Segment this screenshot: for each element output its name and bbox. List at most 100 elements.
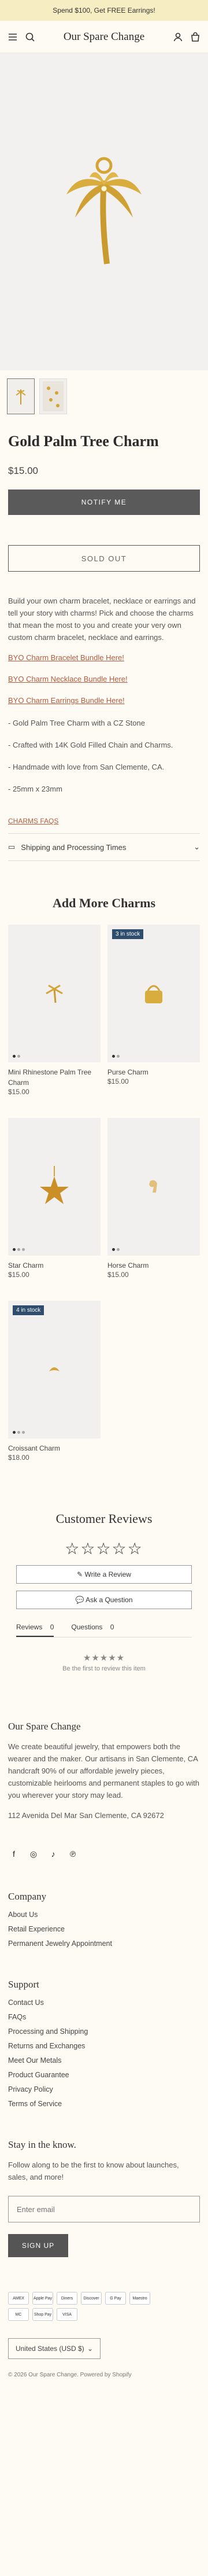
product-card[interactable]: 3 in stock Purse Charm $15.00 (107, 925, 200, 1111)
mini-palm-icon (46, 984, 63, 1003)
brand-logo[interactable]: Our Spare Change (64, 31, 144, 43)
byo-necklace-link[interactable]: BYO Charm Necklace Bundle Here! (8, 673, 200, 685)
discover-icon: Discover (81, 2292, 102, 2305)
footer-link[interactable]: Returns and Exchanges (8, 2042, 200, 2050)
product-card-name[interactable]: Star Charm (8, 1260, 101, 1271)
account-icon[interactable] (172, 31, 184, 43)
signup-button[interactable]: SIGN UP (8, 2234, 68, 2257)
tiktok-icon[interactable]: ♪ (47, 1848, 59, 1860)
description-text: Build your own charm bracelet, necklace … (8, 597, 196, 642)
product-card-price: $15.00 (107, 1271, 129, 1279)
chat-icon: 💬 (75, 1596, 86, 1604)
currency-selector[interactable]: United States (USD $) ⌄ (8, 2338, 101, 2359)
payment-icons: AMEX Apple Pay Diners Discover G Pay Mae… (8, 2292, 158, 2321)
footer-link[interactable]: Privacy Policy (8, 2085, 200, 2093)
google-pay-icon: G Pay (105, 2292, 126, 2305)
thumbnail-1[interactable] (7, 378, 35, 414)
star-icon (40, 1166, 69, 1204)
tab-questions[interactable]: Questions 0 (71, 1623, 114, 1637)
bullet-item: - 25mm x 23mm (8, 785, 62, 793)
empty-reviews-text: Be the first to review this item (62, 1665, 146, 1672)
product-card-name[interactable]: Horse Charm (107, 1260, 200, 1271)
product-card-image[interactable] (107, 1118, 200, 1256)
shipping-label: Shipping and Processing Times (21, 842, 127, 852)
product-description: Build your own charm bracelet, necklace … (8, 595, 200, 795)
box-icon: ▭ (8, 842, 16, 851)
tab-reviews[interactable]: Reviews 0 (16, 1623, 54, 1637)
stock-badge: 3 in stock (112, 929, 144, 939)
product-main-image[interactable] (0, 53, 208, 370)
carousel-dots (112, 1248, 120, 1251)
product-title: Gold Palm Tree Charm (8, 433, 159, 450)
product-card-image[interactable] (8, 925, 101, 1062)
sold-out-button[interactable]: SOLD OUT (8, 545, 200, 572)
email-field[interactable] (8, 2196, 200, 2222)
bullet-item: - Handmade with love from San Clemente, … (8, 763, 165, 771)
search-icon[interactable] (24, 31, 36, 43)
product-card-image[interactable] (8, 1118, 101, 1256)
croissant-icon (49, 1367, 60, 1371)
rating-stars-icon: ☆☆☆☆☆ (65, 1540, 143, 1558)
byo-bracelet-link[interactable]: BYO Charm Bracelet Bundle Here! (8, 652, 200, 664)
product-card[interactable]: Mini Rhinestone Palm Tree Charm $15.00 (8, 925, 101, 1111)
notify-me-button[interactable]: NOTIFY ME (8, 490, 200, 515)
chevron-down-icon: ⌄ (87, 2345, 93, 2353)
product-card[interactable]: 4 in stock Croissant Charm $18.00 (8, 1301, 101, 1477)
shipping-collapsible[interactable]: ▭ Shipping and Processing Times ⌄ (8, 833, 200, 861)
mastercard-icon: MC (8, 2308, 29, 2321)
support-title: Support (8, 1979, 39, 1990)
thumbnail-strip (0, 370, 208, 422)
charms-faq-link[interactable]: CHARMS FAQS (8, 817, 200, 825)
site-footer: Our Spare Change We create beautiful jew… (0, 1721, 208, 2391)
currency-value: United States (USD $) (16, 2345, 84, 2353)
product-card[interactable]: Star Charm $15.00 (8, 1118, 101, 1294)
product-card-price: $15.00 (8, 1271, 29, 1279)
product-card-name[interactable]: Purse Charm (107, 1067, 200, 1077)
product-card-name[interactable]: Croissant Charm (8, 1443, 101, 1453)
reviews-title: Customer Reviews (55, 1511, 153, 1526)
footer-link[interactable]: Meet Our Metals (8, 2056, 200, 2065)
empty-stars-icon: ★★★★★ (83, 1653, 125, 1663)
horse-icon (149, 1180, 157, 1193)
footer-link[interactable]: Contact Us (8, 1999, 200, 2007)
apple-pay-icon: Apple Pay (32, 2292, 53, 2305)
instagram-icon[interactable]: ◎ (28, 1848, 39, 1860)
cart-icon[interactable] (190, 31, 201, 43)
carousel-dots (13, 1431, 25, 1434)
write-review-button[interactable]: ✎ Write a Review (16, 1565, 192, 1584)
byo-earrings-link[interactable]: BYO Charm Earrings Bundle Here! (8, 694, 200, 706)
footer-link[interactable]: Retail Experience (8, 1925, 200, 1933)
reviews-tabs: Reviews 0 Questions 0 (16, 1623, 192, 1637)
site-header: Our Spare Change (0, 21, 208, 53)
menu-icon[interactable] (7, 31, 18, 43)
shop-pay-icon: Shop Pay (32, 2308, 53, 2321)
footer-link[interactable]: Terms of Service (8, 2100, 200, 2108)
product-card-image[interactable]: 4 in stock (8, 1301, 101, 1438)
footer-about-title: Our Spare Change (8, 1721, 81, 1732)
thumbnail-2[interactable] (39, 378, 67, 414)
company-links: Company About Us Retail Experience Perma… (8, 1891, 200, 1948)
product-card-price: $15.00 (8, 1088, 29, 1096)
support-links: Support Contact Us FAQs Processing and S… (8, 1979, 200, 2108)
footer-link[interactable]: Permanent Jewelry Appointment (8, 1940, 200, 1948)
footer-link[interactable]: FAQs (8, 2013, 200, 2021)
footer-link[interactable]: Product Guarantee (8, 2071, 200, 2079)
announcement-text: Spend $100, Get FREE Earrings! (53, 6, 155, 14)
more-charms-grid: Mini Rhinestone Palm Tree Charm $15.00 3… (0, 925, 208, 1477)
footer-link[interactable]: About Us (8, 1911, 200, 1919)
palm-thumb-icon (16, 389, 26, 404)
product-card-price: $15.00 (107, 1077, 129, 1085)
copyright: © 2026 Our Spare Change. Powered by Shop… (8, 2372, 132, 2378)
company-title: Company (8, 1891, 47, 1902)
pencil-icon: ✎ (77, 1570, 85, 1578)
newsletter-title: Stay in the know. (8, 2139, 76, 2150)
carousel-dots (112, 1055, 120, 1058)
pinterest-icon[interactable]: ℗ (67, 1848, 79, 1860)
facebook-icon[interactable]: f (8, 1848, 20, 1860)
footer-link[interactable]: Processing and Shipping (8, 2027, 200, 2036)
newsletter-text: Follow along to be the first to know abo… (8, 2161, 179, 2181)
product-card[interactable]: Horse Charm $15.00 (107, 1118, 200, 1294)
ask-question-button[interactable]: 💬 Ask a Question (16, 1591, 192, 1609)
product-card-name[interactable]: Mini Rhinestone Palm Tree Charm (8, 1067, 101, 1088)
product-card-image[interactable]: 3 in stock (107, 925, 200, 1062)
